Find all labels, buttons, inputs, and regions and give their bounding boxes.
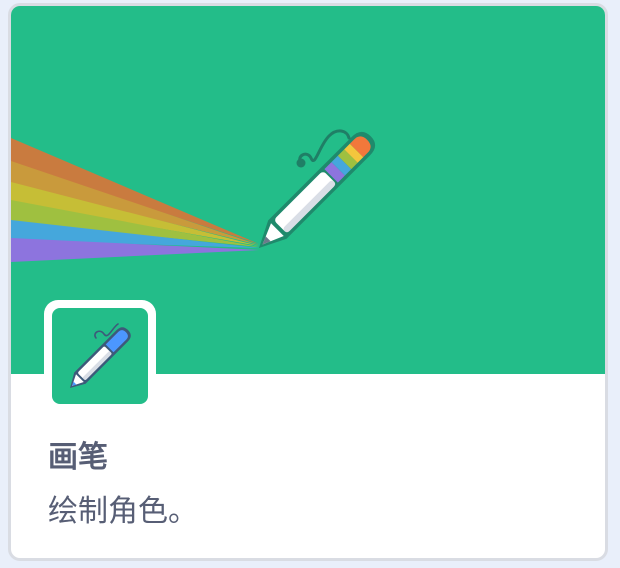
extension-title: 画笔 — [48, 440, 108, 475]
extension-description: 绘制角色。 — [48, 494, 198, 529]
pen-icon — [52, 308, 148, 404]
extension-thumbnail — [44, 300, 156, 412]
extension-card-pen[interactable]: 画笔 绘制角色。 — [8, 3, 608, 561]
